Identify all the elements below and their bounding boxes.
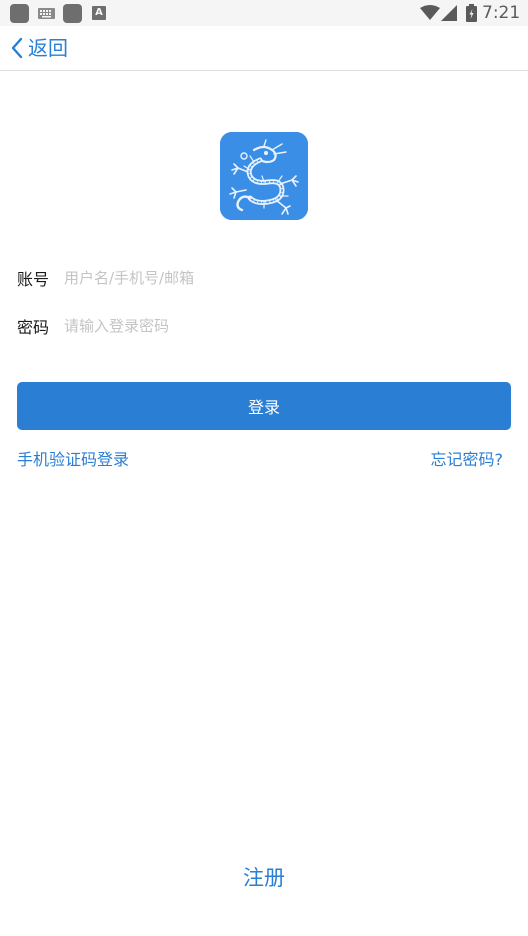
clock-time: 7:21 — [482, 3, 521, 23]
password-input[interactable] — [64, 311, 511, 341]
account-input[interactable] — [64, 263, 511, 293]
password-row: 密码 — [17, 310, 511, 342]
back-label: 返回 — [28, 36, 68, 60]
keyboard-icon — [38, 8, 55, 19]
sms-login-link[interactable]: 手机验证码登录 — [17, 449, 129, 471]
font-a-icon: A — [92, 6, 106, 20]
login-screen: A 7:21 返回 账号 用户名/手机号/邮箱 密码 登录 手机验证码登录 忘记… — [0, 0, 528, 936]
status-bar: A 7:21 — [0, 0, 528, 26]
account-label: 账号 — [17, 270, 50, 289]
app-square-icon — [10, 4, 29, 23]
cell-signal-icon — [441, 5, 457, 21]
chevron-left-icon — [11, 37, 23, 59]
nav-bar: 返回 — [0, 26, 528, 71]
register-link[interactable]: 注册 — [0, 864, 528, 892]
password-label: 密码 — [17, 318, 50, 337]
app-logo — [220, 132, 308, 220]
battery-icon — [466, 4, 477, 22]
wifi-icon — [420, 5, 440, 20]
dragon-logo-icon — [220, 132, 308, 220]
forgot-password-link[interactable]: 忘记密码? — [431, 449, 504, 471]
app-square-icon — [63, 4, 82, 23]
login-button[interactable]: 登录 — [17, 382, 511, 430]
account-row: 账号 — [17, 262, 511, 294]
back-button[interactable]: 返回 — [10, 34, 68, 62]
